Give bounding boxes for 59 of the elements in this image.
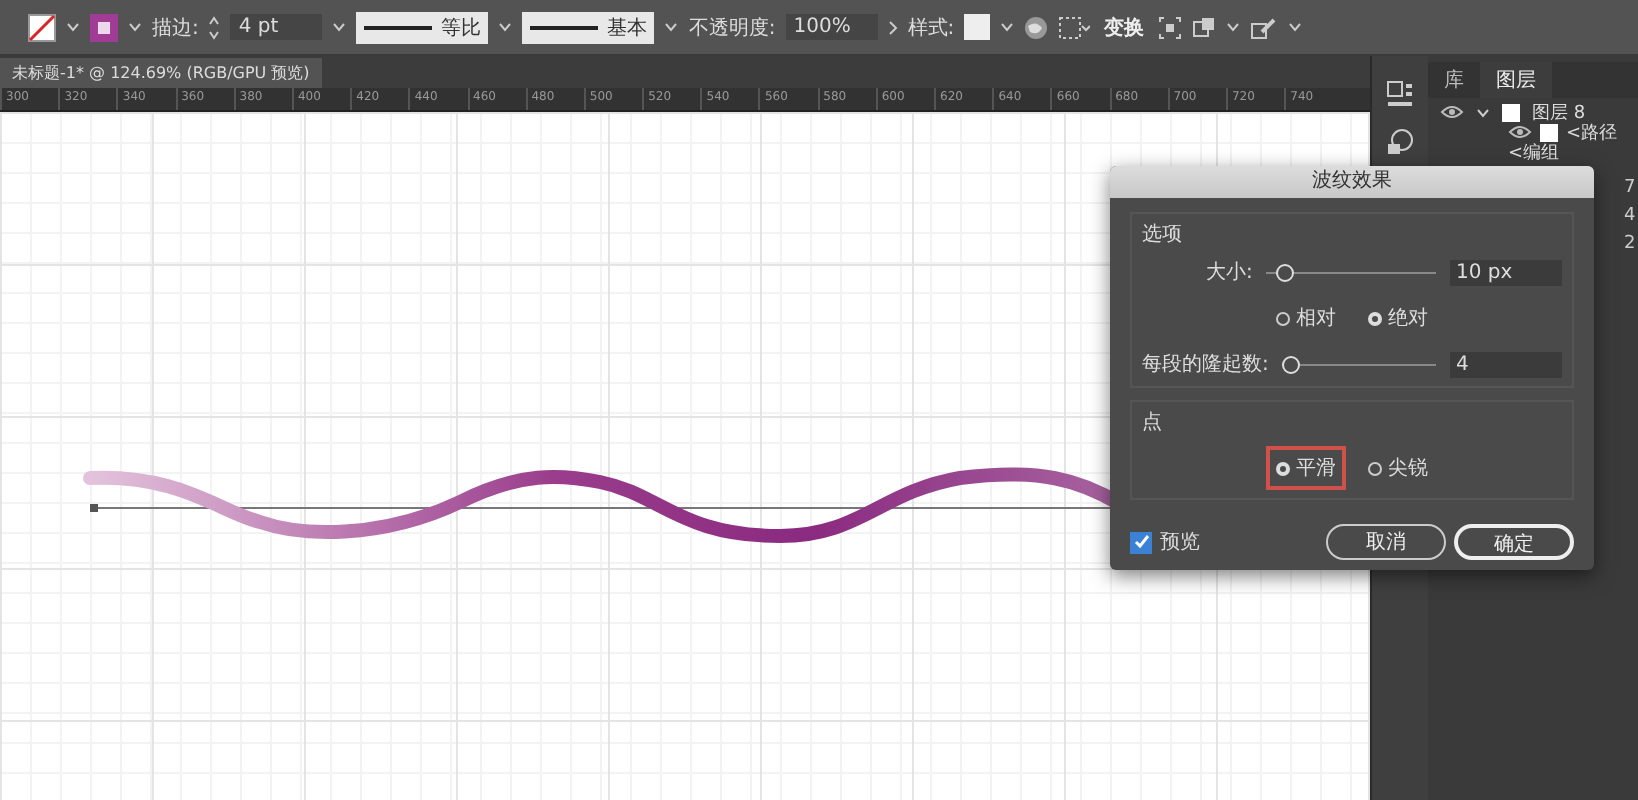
ok-button[interactable]: 确定 xyxy=(1454,524,1574,560)
layer-name[interactable]: 4 xyxy=(1624,206,1638,226)
stroke-profile-dropdown[interactable]: 等比 xyxy=(356,11,489,43)
globe-icon[interactable] xyxy=(1024,15,1049,39)
layer-thumbnail xyxy=(1502,103,1520,121)
caret-icon[interactable] xyxy=(664,22,679,32)
chevron-right-icon[interactable] xyxy=(887,19,898,35)
layer-name[interactable]: 2 xyxy=(1624,234,1638,254)
transform-button[interactable]: 变换 xyxy=(1100,13,1149,41)
value-field[interactable]: 10 px xyxy=(1450,259,1562,285)
edit-icon[interactable] xyxy=(1250,15,1279,39)
layer-name[interactable]: <路径 xyxy=(1566,119,1618,145)
cancel-button[interactable]: 取消 xyxy=(1326,524,1446,560)
stroke-label: 描边: xyxy=(152,15,199,41)
caret-icon[interactable] xyxy=(1226,22,1241,32)
section-title: 选项 xyxy=(1142,221,1184,248)
brush-dropdown[interactable]: 基本 xyxy=(522,11,655,43)
section-title: 点 xyxy=(1142,409,1164,436)
style-label: 样式: xyxy=(907,15,955,41)
appearance-icon[interactable] xyxy=(1386,128,1414,156)
eye-icon[interactable] xyxy=(1508,124,1532,140)
eye-icon[interactable] xyxy=(1440,104,1464,120)
align-icon[interactable] xyxy=(1058,15,1091,39)
crop-icon[interactable] xyxy=(1158,15,1183,39)
panel-tab[interactable]: 图层 xyxy=(1480,62,1552,98)
libraries-icon[interactable] xyxy=(1386,80,1414,108)
radio-option[interactable]: 相对 xyxy=(1266,296,1346,340)
opacity-field[interactable]: 100% xyxy=(785,14,878,40)
style-swatch[interactable] xyxy=(964,14,991,40)
spinner-icon[interactable] xyxy=(208,15,221,39)
layer-name[interactable]: 7 xyxy=(1624,178,1638,198)
layer-name[interactable]: <编组 xyxy=(1508,139,1560,165)
caret-icon[interactable] xyxy=(332,22,347,32)
layer-thumbnail xyxy=(1540,123,1558,141)
caret-icon[interactable] xyxy=(1288,22,1303,32)
caret-icon[interactable] xyxy=(128,22,142,32)
opacity-label: 不透明度: xyxy=(688,15,776,41)
no-stroke-swatch-icon[interactable] xyxy=(28,13,56,41)
caret-icon[interactable] xyxy=(66,22,80,32)
layer-name[interactable]: 图层 8 xyxy=(1532,99,1586,125)
stroke-weight-field[interactable]: 4 pt xyxy=(230,14,323,40)
slider-label: 每段的隆起数: xyxy=(1142,351,1269,378)
radio-option[interactable]: 平滑 xyxy=(1266,446,1346,490)
radio-option[interactable]: 绝对 xyxy=(1358,296,1438,340)
slider-label: 大小: xyxy=(1204,259,1253,286)
document-tab[interactable]: 未标题-1* @ 124.69% (RGB/GPU 预览) xyxy=(0,58,322,88)
isolate-icon[interactable] xyxy=(1192,15,1217,39)
checkmark-icon[interactable] xyxy=(1133,534,1149,550)
value-field[interactable]: 4 xyxy=(1450,351,1562,377)
radio-option[interactable]: 尖锐 xyxy=(1358,446,1438,490)
fill-swatch-icon[interactable] xyxy=(90,13,118,41)
slider-thumb[interactable] xyxy=(1282,355,1301,373)
panel-tab[interactable]: 库 xyxy=(1428,62,1480,98)
slider-thumb[interactable] xyxy=(1275,263,1294,281)
caret-icon[interactable] xyxy=(498,22,513,32)
dialog-title: 波纹效果 xyxy=(1110,166,1594,198)
preview-checkbox[interactable]: 预览 xyxy=(1130,528,1200,556)
caret-icon[interactable] xyxy=(1000,22,1015,32)
chevron-down-icon[interactable] xyxy=(1476,107,1490,117)
